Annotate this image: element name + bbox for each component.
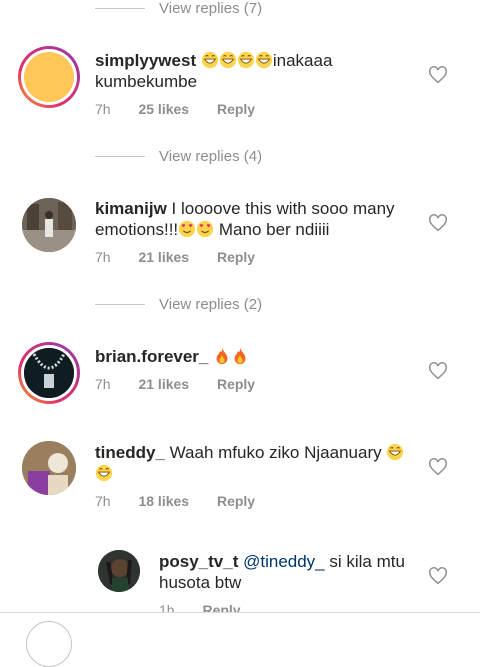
avatar[interactable] (98, 550, 140, 592)
avatar[interactable] (22, 198, 76, 252)
reply-button[interactable]: Reply (217, 376, 255, 392)
grinning-emoji (386, 443, 404, 462)
chain-icon (24, 348, 74, 398)
heart-outline-icon[interactable] (428, 214, 448, 232)
avatar[interactable] (24, 348, 74, 398)
comment-time: 7h (95, 493, 111, 509)
comment-time: 7h (95, 249, 111, 265)
likes-count[interactable]: 21 likes (138, 249, 189, 265)
comment-body: Waah mfuko ziko Njaanuary (169, 443, 382, 462)
heart-outline-icon[interactable] (428, 458, 448, 476)
photo-image (22, 198, 76, 252)
grinning-emoji (219, 51, 237, 70)
comment-text: simplyywest inakaaa kumbekumbe (95, 50, 395, 92)
view-replies-line (95, 156, 145, 157)
likes-count[interactable]: 25 likes (138, 101, 189, 117)
comment-meta: 7h 25 likes Reply (95, 101, 255, 117)
photo-image (22, 441, 76, 495)
reply-button[interactable]: Reply (217, 101, 255, 117)
comment-text: posy_tv_t @tineddy_ si kila mtu husota b… (159, 551, 419, 593)
heart-outline-icon[interactable] (428, 567, 448, 585)
likes-count[interactable]: 21 likes (138, 376, 189, 392)
view-replies-line (95, 304, 145, 305)
comment-time: 7h (95, 101, 111, 117)
comment-username[interactable]: simplyywest (95, 51, 196, 70)
grinning-emoji (237, 51, 255, 70)
reply-button[interactable]: Reply (217, 493, 255, 509)
reply-button[interactable]: Reply (217, 249, 255, 265)
comment-text: tineddy_ Waah mfuko ziko Njaanuary (95, 442, 413, 484)
comment-time: 7h (95, 376, 111, 392)
likes-count[interactable]: 18 likes (138, 493, 189, 509)
heart-eyes-emoji (178, 220, 196, 239)
fire-emoji (231, 347, 249, 366)
comment-username[interactable]: tineddy_ (95, 443, 165, 462)
comment-text: kimanijw I loooove this with sooo many e… (95, 198, 413, 240)
comment-meta: 7h 21 likes Reply (95, 249, 255, 265)
photo-image (98, 550, 140, 592)
grinning-emoji (201, 51, 219, 70)
grinning-emoji (255, 51, 273, 70)
comment-username[interactable]: kimanijw (95, 199, 167, 218)
heart-eyes-emoji (196, 220, 214, 239)
view-replies-link[interactable]: View replies (2) (159, 296, 262, 313)
view-replies-line (95, 8, 145, 9)
comment-body: Mano ber ndiiii (218, 220, 330, 239)
comment-composer (0, 612, 480, 667)
heart-outline-icon[interactable] (428, 362, 448, 380)
comment-meta: 7h 21 likes Reply (95, 376, 255, 392)
comment-username[interactable]: brian.forever_ (95, 347, 208, 366)
avatar[interactable] (22, 441, 76, 495)
comment-meta: 7h 18 likes Reply (95, 493, 255, 509)
avatar[interactable] (24, 52, 74, 102)
view-replies-link[interactable]: View replies (7) (159, 0, 262, 17)
grinning-emoji (95, 464, 113, 483)
mention-link[interactable]: @tineddy_ (243, 552, 325, 571)
comment-username[interactable]: posy_tv_t (159, 552, 238, 571)
heart-outline-icon[interactable] (428, 66, 448, 84)
fire-emoji (213, 347, 231, 366)
comment-text: brian.forever_ (95, 346, 413, 367)
view-replies-link[interactable]: View replies (4) (159, 148, 262, 165)
